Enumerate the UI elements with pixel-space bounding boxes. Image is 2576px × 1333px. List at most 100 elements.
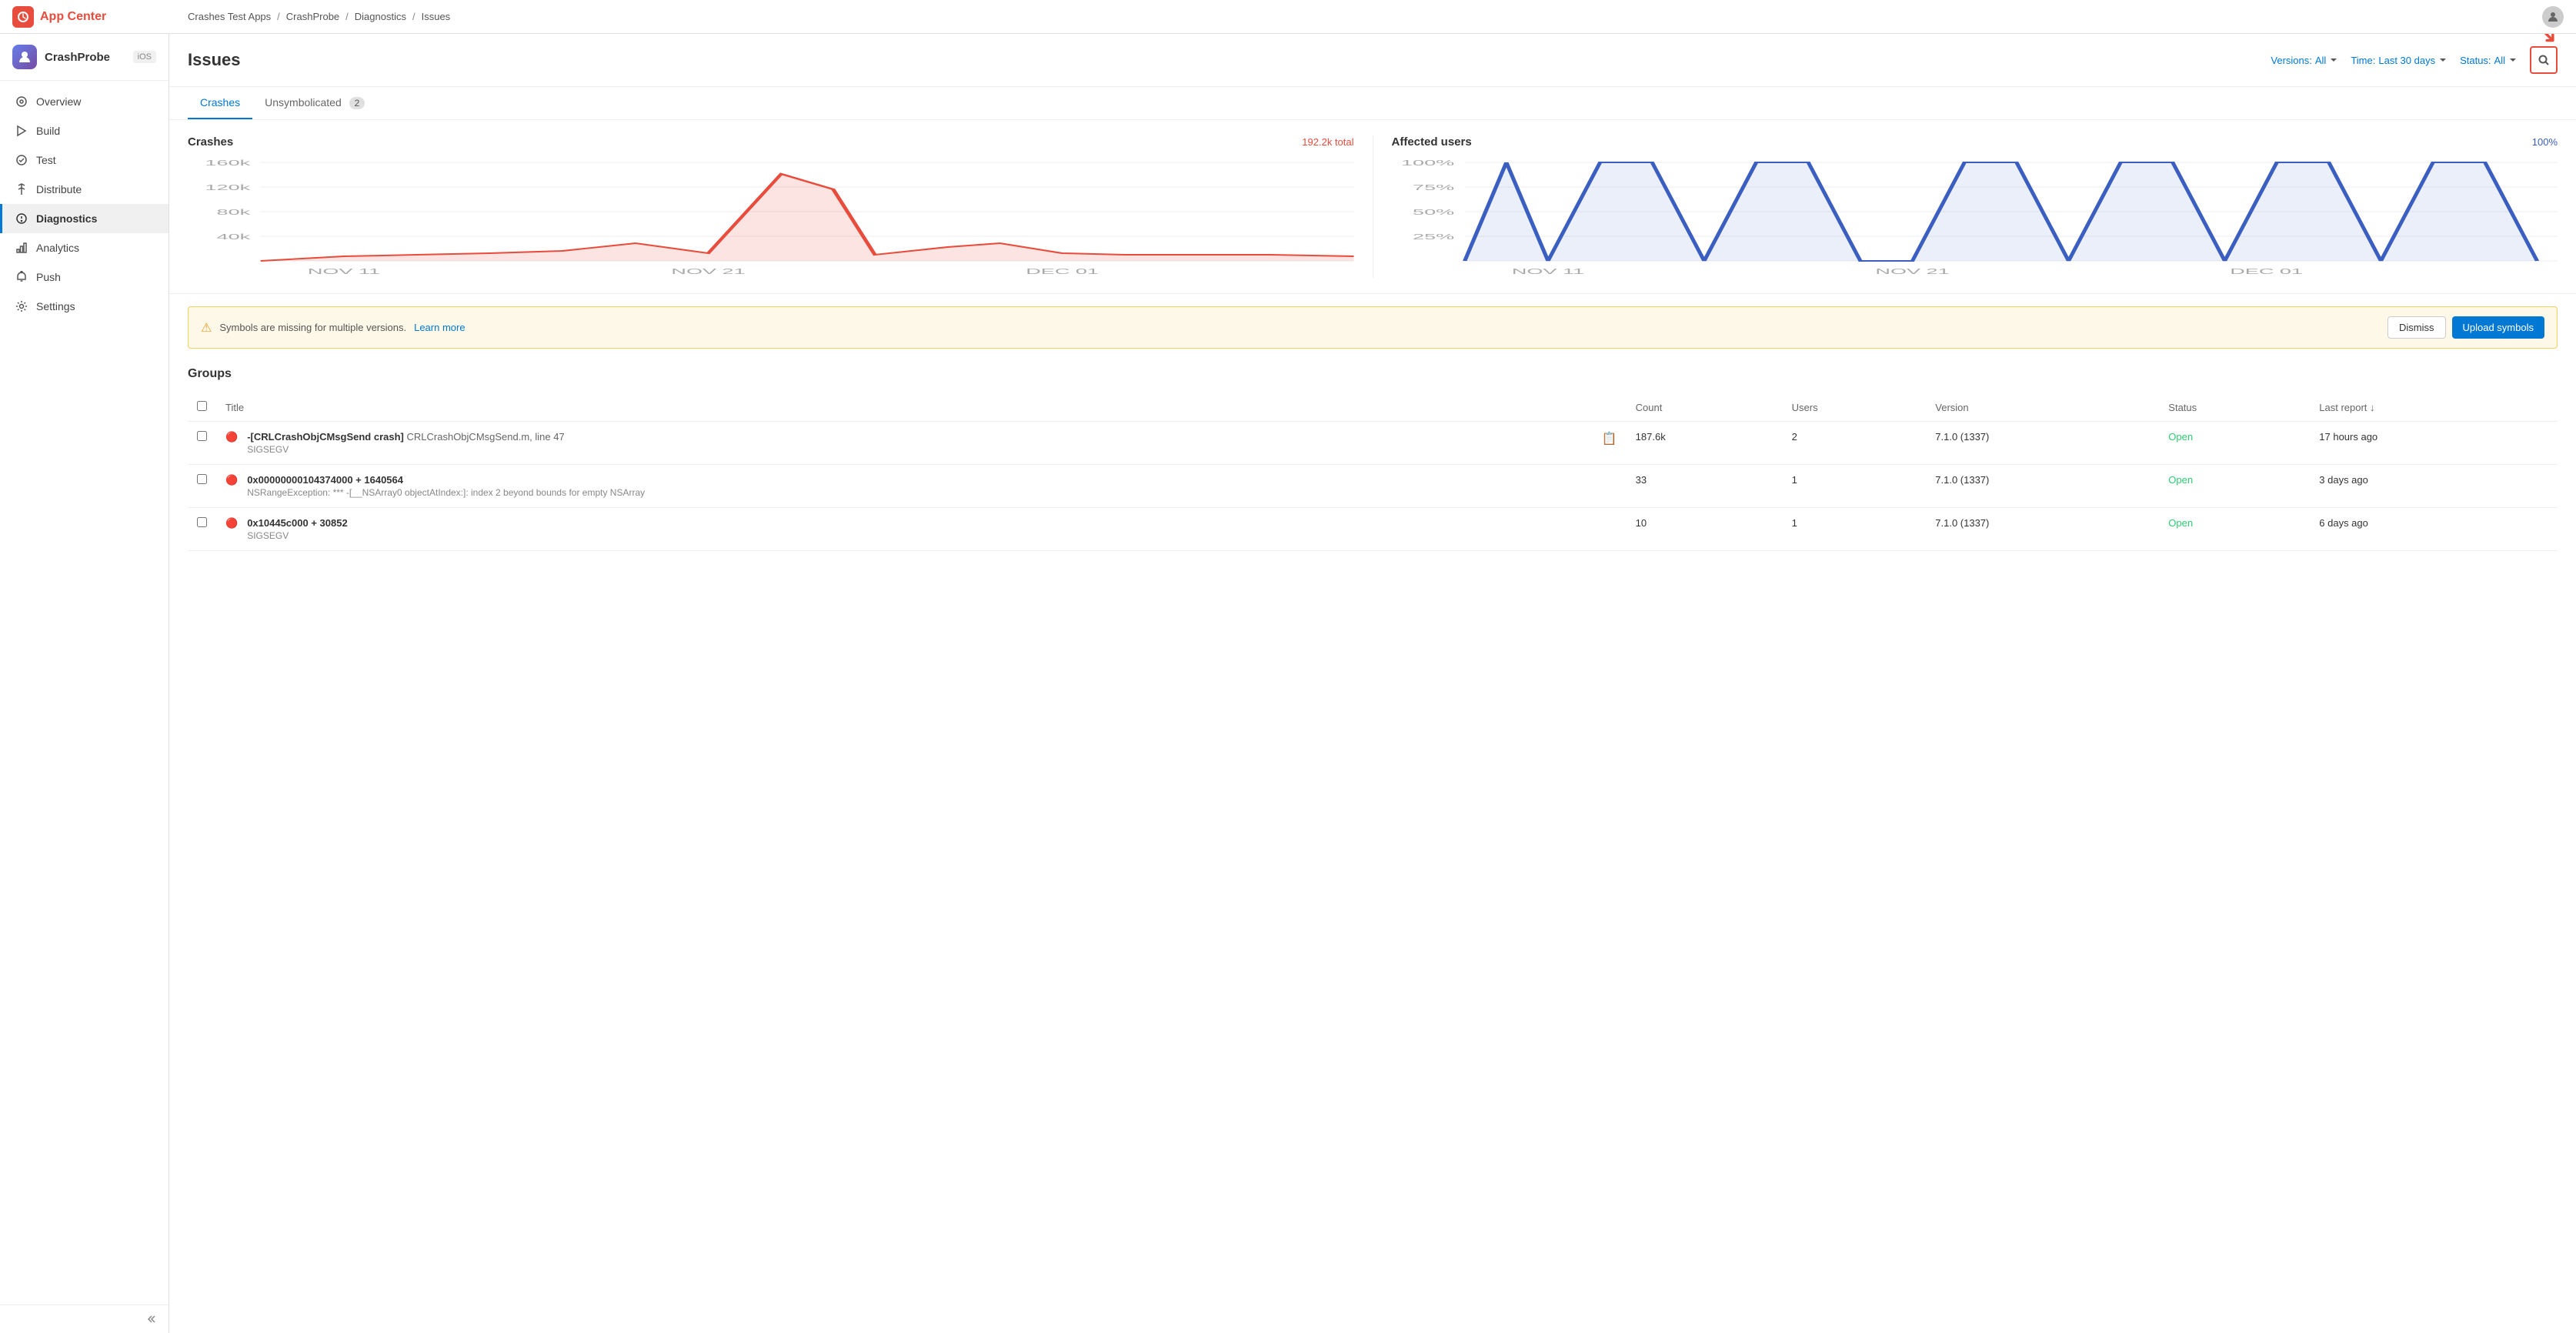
- row2-count: 33: [1627, 465, 1783, 508]
- row1-version: 7.1.0 (1337): [1926, 422, 2159, 465]
- app-icon: [12, 45, 37, 69]
- tab-crashes[interactable]: Crashes: [188, 87, 252, 119]
- tab-unsymbolicated-label: Unsymbolicated: [265, 96, 342, 109]
- select-all-checkbox[interactable]: [197, 401, 207, 411]
- sidebar-label-push: Push: [36, 271, 61, 283]
- sidebar-collapse[interactable]: [0, 1305, 169, 1333]
- affected-chart-total: 100%: [2532, 136, 2558, 148]
- row2-users: 1: [1783, 465, 1927, 508]
- time-value: Last 30 days: [2378, 55, 2435, 66]
- groups-title: Groups: [188, 367, 2558, 381]
- versions-value: All: [2315, 55, 2326, 66]
- row3-checkbox[interactable]: [197, 517, 207, 527]
- svg-text:NOV 11: NOV 11: [308, 268, 380, 276]
- row2-checkbox[interactable]: [197, 474, 207, 484]
- svg-text:DEC 01: DEC 01: [2230, 268, 2303, 276]
- row3-title-line: 0x10445c000 + 30852: [247, 517, 1617, 529]
- table-row[interactable]: 🔴 0x10445c000 + 30852 SIGSEGV 10 1: [188, 508, 2558, 551]
- warning-icon: ⚠: [201, 320, 212, 336]
- versions-dropdown[interactable]: Versions: All: [2271, 55, 2338, 66]
- svg-text:120k: 120k: [205, 184, 252, 192]
- sidebar-app-info: CrashProbe: [12, 45, 110, 69]
- row1-status: Open: [2159, 422, 2310, 465]
- row3-checkbox-cell: [188, 508, 216, 551]
- row1-error-icon: 🔴: [225, 431, 238, 443]
- svg-text:NOV 21: NOV 21: [671, 268, 745, 276]
- logo-icon: [12, 6, 34, 28]
- upload-symbols-button[interactable]: Upload symbols: [2452, 316, 2545, 339]
- row1-clip-icon[interactable]: 📋: [1602, 431, 1617, 446]
- svg-text:25%: 25%: [1413, 233, 1454, 242]
- breadcrumb-item-2[interactable]: CrashProbe: [286, 11, 339, 22]
- sidebar-item-test[interactable]: Test: [0, 145, 169, 175]
- app-center-title: App Center: [40, 10, 106, 24]
- charts-section: Crashes 192.2k total 160k 120k 80k: [169, 120, 2576, 294]
- status-dropdown[interactable]: Status: All: [2460, 55, 2518, 66]
- sidebar-label-diagnostics: Diagnostics: [36, 212, 97, 225]
- time-dropdown[interactable]: Time: Last 30 days: [2351, 55, 2448, 66]
- sidebar: CrashProbe iOS Overview: [0, 34, 169, 1333]
- row1-title-line: -[CRLCrashObjCMsgSend crash] CRLCrashObj…: [247, 431, 1596, 443]
- row2-error-icon: 🔴: [225, 474, 238, 486]
- sidebar-item-distribute[interactable]: Distribute: [0, 175, 169, 204]
- row3-title-info: 0x10445c000 + 30852 SIGSEGV: [247, 517, 1617, 541]
- row2-checkbox-cell: [188, 465, 216, 508]
- warning-learn-more[interactable]: Learn more: [414, 322, 465, 333]
- sidebar-label-settings: Settings: [36, 300, 75, 312]
- content-area: Issues Versions: All Time: Last 30 days …: [169, 34, 2576, 1333]
- push-icon: [15, 270, 28, 284]
- row1-title-normal: CRLCrashObjCMsgSend.m, line 47: [407, 431, 565, 443]
- sidebar-app-header: CrashProbe iOS: [0, 34, 169, 81]
- svg-text:DEC 01: DEC 01: [1026, 268, 1099, 276]
- breadcrumb: Crashes Test Apps / CrashProbe / Diagnos…: [188, 11, 2536, 22]
- sidebar-item-diagnostics[interactable]: Diagnostics: [0, 204, 169, 233]
- affected-chart-svg: 100% 75% 50% 25% NOV 11 NOV 21 DEC 01: [1392, 155, 2558, 278]
- row3-users: 1: [1783, 508, 1927, 551]
- affected-users-chart: Affected users 100% 100% 75% 50%: [1373, 135, 2558, 278]
- row1-subtitle: SIGSEGV: [247, 444, 1596, 455]
- app-logo[interactable]: App Center: [12, 6, 182, 28]
- svg-text:40k: 40k: [217, 233, 252, 242]
- row2-title-cell: 🔴 0x00000000104374000 + 1640564 NSRangeE…: [216, 465, 1627, 508]
- time-chevron-icon: [2438, 55, 2448, 65]
- dismiss-button[interactable]: Dismiss: [2387, 316, 2446, 339]
- col-last-report[interactable]: Last report ↓: [2310, 393, 2558, 422]
- groups-table: Title Count Users Version Status: [188, 393, 2558, 551]
- select-all-header: [188, 393, 216, 422]
- row1-title-info: -[CRLCrashObjCMsgSend crash] CRLCrashObj…: [247, 431, 1596, 455]
- sidebar-item-build[interactable]: Build: [0, 116, 169, 145]
- tab-unsymbolicated[interactable]: Unsymbolicated 2: [252, 87, 377, 119]
- sidebar-item-overview[interactable]: Overview: [0, 87, 169, 116]
- crashes-chart-area: 160k 120k 80k 40k NOV 11 NOV 21 DEC 01: [188, 155, 1354, 278]
- affected-chart-title: Affected users: [1392, 135, 1472, 149]
- breadcrumb-item-4[interactable]: Issues: [422, 11, 451, 22]
- sidebar-item-push[interactable]: Push: [0, 262, 169, 292]
- crashes-chart-header: Crashes 192.2k total: [188, 135, 1354, 149]
- unsymbolicated-badge: 2: [349, 97, 365, 109]
- search-button[interactable]: [2530, 46, 2558, 74]
- sidebar-app-platform: iOS: [133, 51, 156, 63]
- row1-count: 187.6k: [1627, 422, 1783, 465]
- sidebar-app-name: CrashProbe: [45, 51, 110, 64]
- row1-status-badge: Open: [2168, 431, 2193, 443]
- topbar-right: [2542, 6, 2564, 28]
- sidebar-item-analytics[interactable]: Analytics: [0, 233, 169, 262]
- breadcrumb-item-1[interactable]: Crashes Test Apps: [188, 11, 271, 22]
- row3-version: 7.1.0 (1337): [1926, 508, 2159, 551]
- distribute-icon: [15, 182, 28, 196]
- row3-title-cell: 🔴 0x10445c000 + 30852 SIGSEGV: [216, 508, 1627, 551]
- row2-status: Open: [2159, 465, 2310, 508]
- row3-subtitle: SIGSEGV: [247, 530, 1617, 541]
- table-row[interactable]: 🔴 0x00000000104374000 + 1640564 NSRangeE…: [188, 465, 2558, 508]
- tab-crashes-label: Crashes: [200, 96, 240, 109]
- diagnostics-icon: [15, 212, 28, 226]
- row3-error-icon: 🔴: [225, 517, 238, 530]
- page-title: Issues: [188, 50, 241, 70]
- user-avatar[interactable]: [2542, 6, 2564, 28]
- breadcrumb-item-3[interactable]: Diagnostics: [355, 11, 406, 22]
- row1-checkbox[interactable]: [197, 431, 207, 441]
- table-row[interactable]: 🔴 -[CRLCrashObjCMsgSend crash] CRLCrashO…: [188, 422, 2558, 465]
- sidebar-item-settings[interactable]: Settings: [0, 292, 169, 321]
- svg-text:100%: 100%: [1400, 159, 1453, 168]
- test-icon: [15, 153, 28, 167]
